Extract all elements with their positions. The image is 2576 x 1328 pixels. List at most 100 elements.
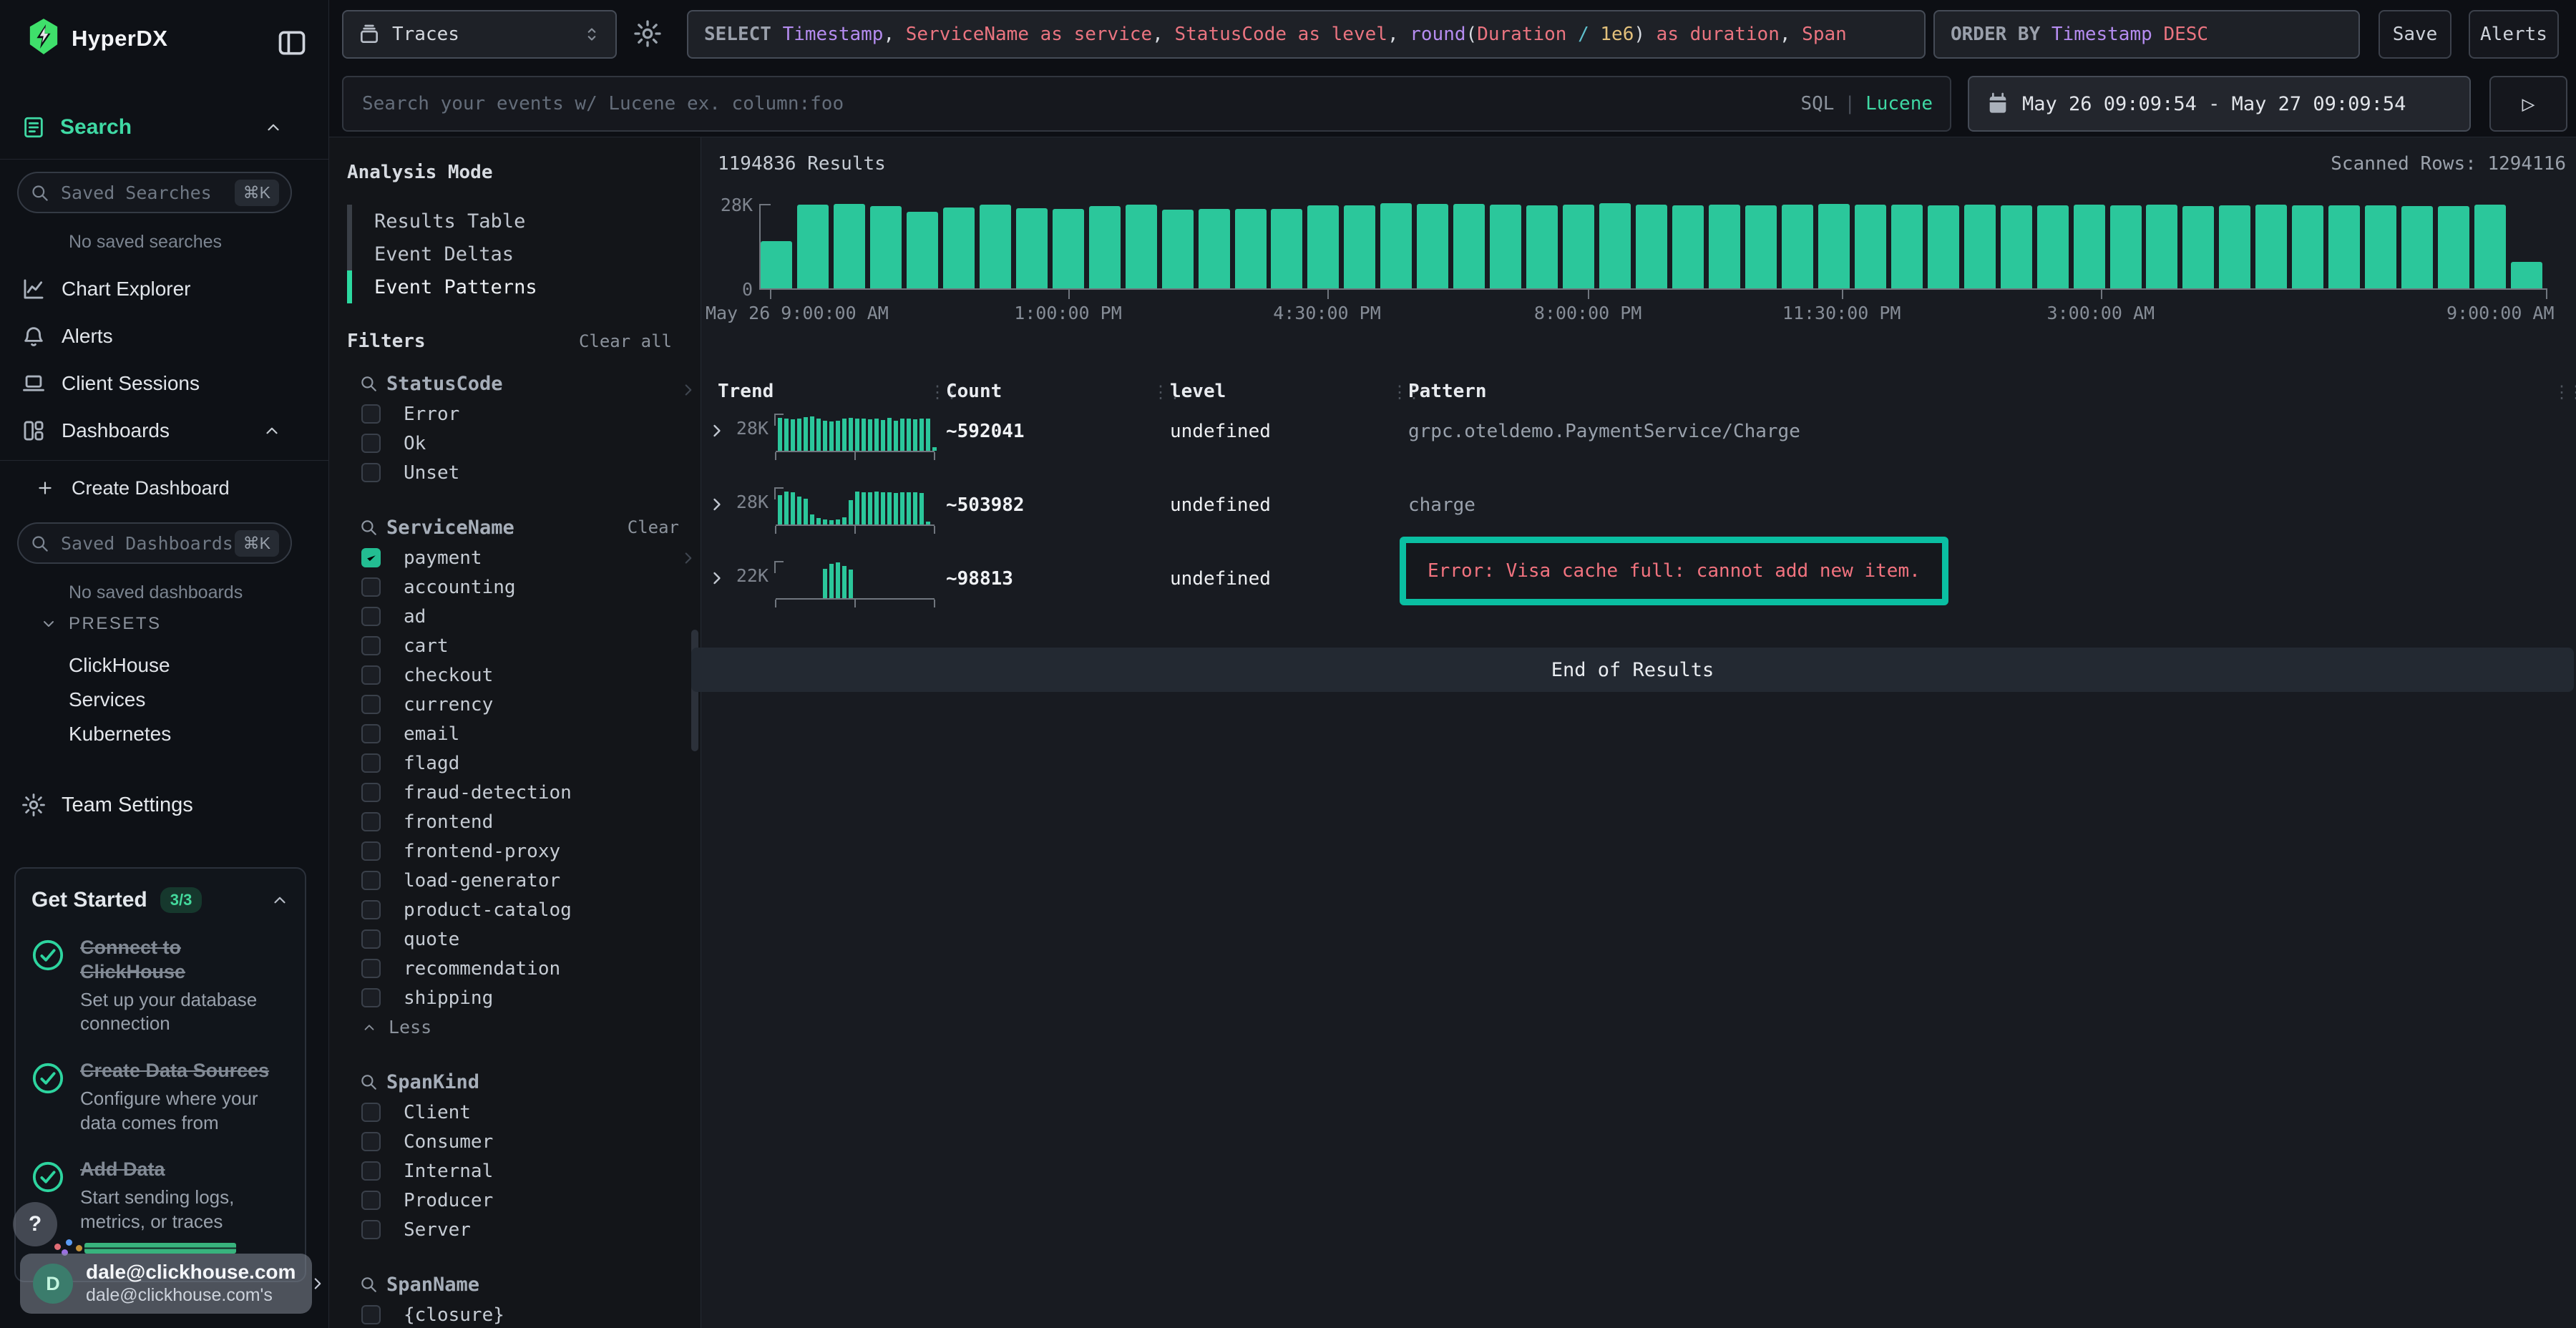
sidebar-preset-kubernetes[interactable]: Kubernetes — [0, 717, 328, 751]
filter-option-consumer[interactable]: Consumer — [347, 1127, 701, 1156]
filter-option-client[interactable]: Client — [347, 1098, 701, 1127]
checkbox[interactable] — [361, 1305, 381, 1324]
checkbox[interactable] — [361, 1191, 381, 1210]
checkbox[interactable] — [361, 753, 381, 773]
checkbox[interactable] — [361, 929, 381, 949]
filter-option-frontend-proxy[interactable]: frontend-proxy — [347, 836, 701, 866]
filter-option-error[interactable]: Error — [347, 399, 701, 429]
filter-option-checkout[interactable]: checkout — [347, 660, 701, 690]
sidebar-item-dashboards[interactable]: Dashboards — [0, 411, 328, 451]
collapse-sidebar-icon[interactable] — [276, 27, 308, 59]
filter-option-shipping[interactable]: shipping — [347, 983, 701, 1012]
checkbox[interactable] — [361, 1220, 381, 1239]
checkbox[interactable] — [361, 988, 381, 1007]
checkbox[interactable] — [361, 665, 381, 685]
filter-option-internal[interactable]: Internal — [347, 1156, 701, 1186]
clear-all-filters-link[interactable]: Clear all — [579, 331, 672, 351]
chevron-up-icon[interactable] — [270, 891, 289, 909]
gear-icon[interactable] — [633, 19, 662, 48]
checkbox[interactable] — [361, 1161, 381, 1181]
checkbox[interactable] — [361, 783, 381, 802]
filter-option-recommendation[interactable]: recommendation — [347, 954, 701, 983]
filter-option-frontend[interactable]: frontend — [347, 807, 701, 836]
checkbox[interactable] — [361, 812, 381, 831]
event-search-input[interactable] — [361, 92, 1800, 115]
chevron-right-icon[interactable] — [679, 549, 698, 567]
analysis-mode-event-deltas[interactable]: Event Deltas — [347, 238, 633, 270]
filter-option-producer[interactable]: Producer — [347, 1186, 701, 1215]
save-button[interactable]: Save — [2379, 10, 2451, 59]
alerts-button[interactable]: Alerts — [2469, 10, 2559, 59]
filter-option-load-generator[interactable]: load-generator — [347, 866, 701, 895]
saved-dashboards-field[interactable] — [59, 532, 235, 555]
checkbox[interactable] — [361, 871, 381, 890]
get-started-item[interactable]: Add DataStart sending logs, metrics, or … — [31, 1158, 289, 1234]
filter-option-cart[interactable]: cart — [347, 631, 701, 660]
help-button[interactable]: ? — [13, 1202, 57, 1246]
filter-option-fraud-detection[interactable]: fraud-detection — [347, 778, 701, 807]
get-started-item[interactable]: Connect to ClickHouseSet up your databas… — [31, 936, 289, 1036]
checkbox[interactable] — [361, 577, 381, 597]
analysis-mode-event-patterns[interactable]: Event Patterns — [347, 270, 633, 303]
sql-select-editor[interactable]: SELECT Timestamp, ServiceName as service… — [687, 10, 1926, 59]
saved-searches-field[interactable] — [59, 182, 235, 204]
filter-option-ad[interactable]: ad — [347, 602, 701, 631]
filter-option-ok[interactable]: Ok — [347, 429, 701, 458]
checkbox[interactable] — [361, 636, 381, 655]
checkbox[interactable] — [361, 548, 381, 567]
source-select[interactable]: Traces — [342, 10, 617, 59]
analysis-mode-results-table[interactable]: Results Table — [347, 205, 633, 238]
filter-option-server[interactable]: Server — [347, 1215, 701, 1244]
column-header-level[interactable]: level — [1170, 381, 1226, 402]
checkbox[interactable] — [361, 607, 381, 626]
checkbox[interactable] — [361, 1132, 381, 1151]
sidebar-item-team-settings[interactable]: Team Settings — [0, 785, 328, 825]
lucene-toggle[interactable]: Lucene — [1865, 93, 1933, 114]
event-search-bar[interactable]: SQL | Lucene — [342, 76, 1951, 132]
results-histogram[interactable] — [761, 204, 2547, 290]
sql-toggle[interactable]: SQL — [1800, 93, 1834, 114]
checkbox[interactable] — [361, 724, 381, 743]
sidebar-item-search[interactable]: Search — [0, 107, 328, 147]
checkbox[interactable] — [361, 900, 381, 919]
saved-dashboards-input[interactable]: ⌘K — [17, 522, 292, 564]
filter-option-payment[interactable]: payment — [347, 543, 701, 572]
filter-option-currency[interactable]: currency — [347, 690, 701, 719]
column-header-trend[interactable]: Trend — [718, 381, 774, 402]
table-row[interactable]: 28K~592041undefinedgrpc.oteldemo.Payment… — [701, 409, 2576, 483]
get-started-header[interactable]: Get Started 3/3 — [31, 887, 289, 913]
clear-filter-link[interactable]: Clear — [628, 517, 679, 537]
filter-option-quote[interactable]: quote — [347, 924, 701, 954]
presets-toggle[interactable]: PRESETS — [0, 605, 328, 643]
create-dashboard-button[interactable]: Create Dashboard — [0, 468, 328, 508]
get-started-item[interactable]: Create Data SourcesConfigure where your … — [31, 1059, 289, 1135]
sidebar-item-client-sessions[interactable]: Client Sessions — [0, 363, 328, 404]
filter-option-unset[interactable]: Unset — [347, 458, 701, 487]
table-row[interactable]: 22K~98813undefinedError: Visa cache full… — [701, 557, 2576, 630]
drag-handle-icon[interactable]: ⋮⋮ — [2553, 382, 2576, 402]
checkbox[interactable] — [361, 695, 381, 714]
sidebar-item-chart-explorer[interactable]: Chart Explorer — [0, 269, 328, 309]
highlighted-error-pattern[interactable]: Error: Visa cache full: cannot add new i… — [1400, 537, 1948, 605]
checkbox[interactable] — [361, 841, 381, 861]
checkbox[interactable] — [361, 434, 381, 453]
filter-option-accounting[interactable]: accounting — [347, 572, 701, 602]
run-query-button[interactable]: ▷ — [2489, 76, 2567, 132]
column-header-pattern[interactable]: Pattern — [1408, 381, 1487, 402]
chevron-right-icon[interactable] — [679, 381, 698, 399]
checkbox[interactable] — [361, 463, 381, 482]
saved-searches-input[interactable]: ⌘K — [17, 172, 292, 213]
checkbox[interactable] — [361, 404, 381, 424]
sidebar-preset-clickhouse[interactable]: ClickHouse — [0, 648, 328, 683]
checkbox[interactable] — [361, 959, 381, 978]
user-account-chip[interactable]: D dale@clickhouse.com dale@clickhouse.co… — [20, 1254, 312, 1314]
filter-option-flagd[interactable]: flagd — [347, 748, 701, 778]
checkbox[interactable] — [361, 1103, 381, 1122]
filter-option-email[interactable]: email — [347, 719, 701, 748]
filter-option-closure[interactable]: {closure} — [347, 1300, 701, 1328]
filter-option-product-catalog[interactable]: product-catalog — [347, 895, 701, 924]
sidebar-preset-services[interactable]: Services — [0, 683, 328, 717]
collapse-less-link[interactable]: Less — [347, 1012, 701, 1042]
sql-orderby-editor[interactable]: ORDER BY Timestamp DESC — [1933, 10, 2360, 59]
column-header-count[interactable]: Count — [946, 381, 1002, 402]
